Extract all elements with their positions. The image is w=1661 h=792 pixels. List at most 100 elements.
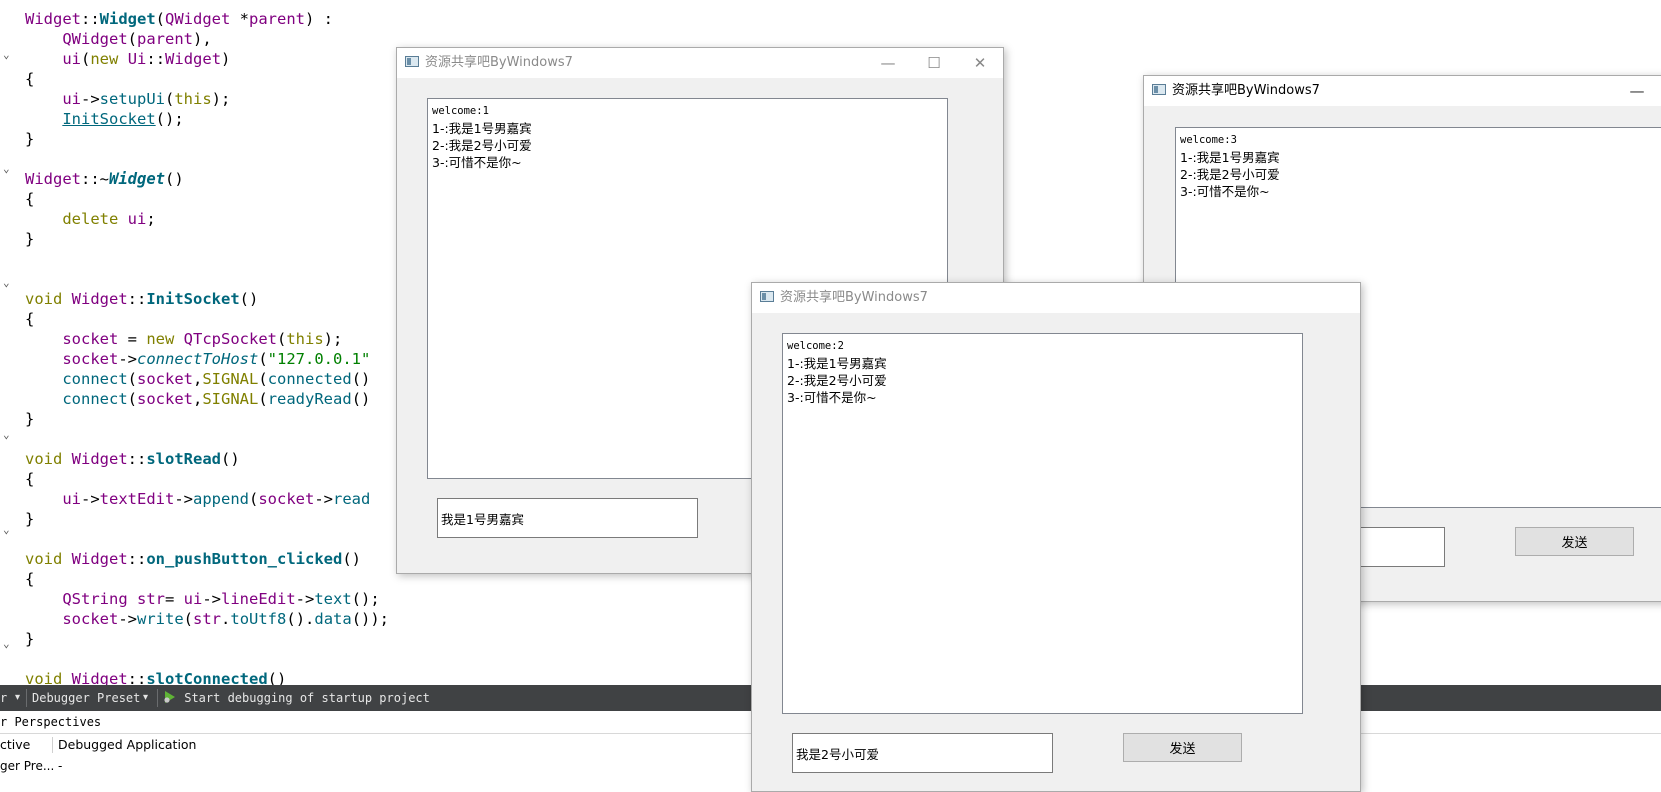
chat-log[interactable]: welcome:2 1-:我是1号男嘉宾 2-:我是2号小可爱 3-:可惜不是你… [782,333,1303,714]
code-token: QWidget [165,10,231,28]
send-button[interactable]: 发送 [1123,733,1242,762]
minimize-button[interactable]: — [1614,76,1660,106]
fold-marker-icon[interactable]: ⌄ [3,520,17,540]
fold-marker-icon[interactable]: ⌄ [3,634,17,654]
maximize-button[interactable]: ☐ [911,48,957,78]
code-line: ui(new Ui::Widget) [25,49,389,69]
code-token: ( [127,390,137,408]
perspective-column-header[interactable]: ctive [0,734,30,756]
code-token: void [25,290,63,308]
code-token: -> [202,590,222,608]
chevron-down-icon[interactable]: ▾ [15,685,20,711]
code-line: QWidget(parent), [25,29,389,49]
code-token: str [193,610,222,628]
message-input[interactable] [792,733,1053,773]
code-token: Widget [71,550,128,568]
code-line: } [25,509,389,529]
code-line: connect(socket,SIGNAL(readyRead() [25,389,389,409]
start-debugging-label: Start debugging of startup project [184,691,430,705]
code-token: setupUi [99,90,165,108]
code-token: Widget [71,450,128,468]
debugged-application-column-header[interactable]: Debugged Application [58,734,196,756]
chat-line: 2-:我是2号小可爱 [432,138,532,153]
code-token: InitSocket [146,290,240,308]
message-input-field[interactable] [796,734,1049,772]
fold-marker-icon[interactable]: ⌄ [3,273,17,293]
send-button[interactable]: 发送 [1515,527,1634,556]
code-token: () [239,290,259,308]
client-window-2[interactable]: 资源共享吧ByWindows7 welcome:2 1-:我是1号男嘉宾 2-:… [751,282,1361,792]
code-token: (); [351,590,380,608]
code-token: data [314,610,352,628]
fold-marker-icon[interactable]: ⌄ [3,45,17,65]
code-token: ); [211,90,231,108]
minimize-button[interactable]: — [865,48,911,78]
code-token: SIGNAL [202,370,259,388]
window-titlebar[interactable]: 资源共享吧ByWindows7 — [1144,76,1661,106]
code-token: ( [183,610,194,628]
perspective-cell[interactable]: ger Pre... [0,755,54,777]
code-token: ) [221,50,231,68]
code-token: = [165,590,184,608]
start-debugging-button[interactable]: Start debugging of startup project [163,685,430,711]
code-token: this [174,90,212,108]
fold-marker-icon[interactable]: ⌄ [3,159,17,179]
code-line: void Widget::on_pushButton_clicked() [25,549,389,569]
message-input-field[interactable] [441,499,694,537]
chat-line: welcome:3 [1180,134,1237,146]
window-title: 资源共享吧ByWindows7 [780,290,928,305]
fold-marker-icon[interactable]: ⌄ [3,425,17,445]
code-token: parent [249,10,306,28]
debugger-preset-select[interactable]: Debugger Preset [32,685,140,711]
toolbar-clipped-label: r [0,691,8,705]
code-token: ( [258,390,268,408]
code-token: str [137,590,165,608]
code-line: InitSocket(); [25,109,389,129]
code-line: } [25,629,389,649]
code-token: lineEdit [221,590,296,608]
chevron-down-icon[interactable]: ▾ [143,685,148,711]
code-line: { [25,469,389,489]
code-line: ui->textEdit->append(socket->read [25,489,389,509]
code-token: text [314,590,352,608]
app-window-icon [405,56,419,67]
chat-line: welcome:2 [787,340,844,352]
code-token: Widget [25,170,81,188]
code-token: slotRead [146,450,221,468]
code-token: -> [81,90,100,108]
code-token: new [146,330,175,348]
code-token: read [333,490,371,508]
debugger-preset-label: Debugger Preset [32,691,141,705]
code-token: Widget [165,50,222,68]
code-token: InitSocket [62,110,156,128]
message-input[interactable] [437,498,698,538]
close-button[interactable]: ✕ [957,48,1003,78]
code-token: ()); [351,610,390,628]
code-token: :: [81,10,100,28]
chat-line: 3-:可惜不是你~ [787,390,877,405]
window-titlebar[interactable]: 资源共享吧ByWindows7 — ☐ ✕ [397,48,1003,78]
code-line: { [25,309,389,329]
code-token: -> [314,490,334,508]
code-token: socket [62,350,119,368]
editor-gutter: ⌄ ⌄ ⌄ ⌄ ⌄ ⌄ [0,0,22,685]
window-title: 资源共享吧ByWindows7 [425,55,573,70]
window-titlebar[interactable]: 资源共享吧ByWindows7 [752,283,1360,313]
code-token: () [351,370,371,388]
toolbar-separator [157,689,158,707]
code-token: :: [127,550,147,568]
code-token: -> [81,490,100,508]
code-token: } [25,410,35,428]
